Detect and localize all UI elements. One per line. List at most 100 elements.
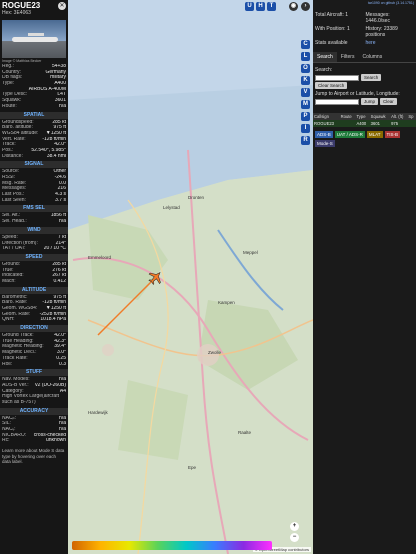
tab-columns[interactable]: Columns (358, 52, 386, 62)
jump-button[interactable]: Jump (361, 98, 379, 105)
map-place-label: Meppel (243, 250, 258, 255)
registration-rows: Reg.: 54+38 Country: Germany DB flags: milita… (0, 64, 68, 110)
info-row: Route: n/a (0, 104, 68, 110)
info-key: Sel. Head.: (2, 219, 27, 225)
source-chip: Mode-S (315, 140, 335, 147)
info-row: such as B-757) (0, 400, 68, 406)
aircraft-table: Callsign Route Type Squawk Alt. (ft) Sp ROGUE… (313, 113, 416, 127)
section-title[interactable]: SPATIAL (0, 111, 68, 119)
map-canvas (68, 0, 313, 554)
zoom-out-button[interactable]: − (290, 533, 299, 542)
map-button-l[interactable]: L (301, 52, 310, 61)
map-button-t[interactable]: T (267, 2, 276, 11)
info-value: 0.3 (59, 361, 66, 367)
stat-item[interactable]: here (366, 40, 415, 46)
map-button-h[interactable]: H (256, 2, 265, 11)
jump-input[interactable] (315, 98, 359, 105)
jump-label: Jump to Airport or Latitude, Longitude: (315, 91, 400, 97)
clear-jump-button[interactable]: Clear (380, 98, 397, 105)
table-cell: 3601 (369, 120, 391, 127)
info-value: unknown (45, 438, 66, 444)
source-legend: ADS-B UAT / ADS-R MLAT TIS-B Mode-S (313, 127, 416, 147)
map-button-c[interactable]: C (301, 40, 310, 49)
search-label: Search: (315, 67, 333, 73)
table-cell: 975 (390, 120, 408, 127)
source-chip: MLAT (366, 131, 383, 138)
table-cell: A400 (355, 120, 370, 127)
info-key: Route: (2, 103, 17, 109)
callsign: ROGUE23 (2, 1, 41, 10)
map-button-p[interactable]: P (301, 112, 310, 121)
map-place-label: Raalte (238, 430, 252, 435)
toggle-sidebar-icon[interactable]: › (301, 2, 310, 11)
map-view[interactable]: Emmeloord Lelystad Dronten Zwolle Kampen Mepp… (68, 0, 313, 554)
hex-code: Hex: 3E4063 (2, 10, 31, 16)
section-title[interactable]: ACCURACY (0, 407, 68, 415)
column-header[interactable]: Callsign (313, 113, 340, 120)
zoom-in-button[interactable]: + (290, 522, 299, 531)
info-key: Type: (2, 81, 15, 87)
info-row: Distance: 38.4 nmi (0, 154, 68, 160)
info-value: 3.7 s (55, 197, 66, 203)
section-title[interactable]: STUFF (0, 369, 68, 377)
section-title[interactable]: SPEED (0, 253, 68, 261)
table-cell (339, 120, 356, 127)
section-title[interactable]: DIRECTION (0, 325, 68, 333)
water-ijsselmeer (68, 0, 313, 100)
info-key: Rc: (2, 438, 10, 444)
footer-note: Learn more about Mode S data type by hov… (2, 448, 65, 465)
info-row: Roll: 0.3 (0, 362, 68, 368)
info-key: TAT / OAT: (2, 246, 26, 252)
stat-item: Total Aircraft: 1 (315, 12, 349, 18)
map-button-k[interactable]: K (301, 76, 310, 85)
info-value: 0.412 (53, 278, 66, 284)
map-place-label: Epe (188, 465, 197, 470)
city-zwolle (197, 344, 219, 366)
info-value: 38.4 nmi (46, 153, 66, 159)
table-row[interactable]: ROGUE23 A400 3601 975 (313, 120, 416, 127)
map-button-i[interactable]: I (301, 124, 310, 133)
map-place-label: Lelystad (163, 205, 180, 210)
close-icon[interactable]: ✕ (58, 2, 66, 10)
aircraft-info-panel: ROGUE23 Hex: 3E4063 ✕ Image © Matthias B… (0, 0, 68, 554)
search-input[interactable] (315, 74, 359, 81)
tab-filters[interactable]: Filters (337, 52, 359, 62)
section-title[interactable]: WIND (0, 226, 68, 234)
column-header[interactable]: Sp (407, 113, 416, 120)
tab-search[interactable]: Search (313, 52, 337, 62)
column-header[interactable]: Route (339, 113, 356, 120)
source-chip: UAT / ADS-R (334, 131, 365, 138)
info-sections: SPATIAL Groundspeed: 285 kt Baro. altitude:… (0, 111, 68, 445)
column-header[interactable]: Squawk (369, 113, 391, 120)
info-header: ROGUE23 Hex: 3E4063 ✕ (0, 0, 68, 20)
stat-item: Messages: 1446.0/sec (365, 12, 390, 24)
settings-icon[interactable]: ◉ (289, 2, 298, 11)
table-header: Callsign Route Type Squawk Alt. (ft) Sp (313, 113, 416, 120)
map-button-r[interactable]: R (301, 136, 310, 145)
section-title[interactable]: SIGNAL (0, 161, 68, 169)
info-key: Mach: (2, 278, 16, 284)
column-header[interactable]: Type (355, 113, 370, 120)
map-button-o[interactable]: O (301, 64, 310, 73)
table-cell (407, 120, 416, 127)
map-place-label: Dronten (188, 195, 205, 200)
info-key: Distance: (2, 153, 23, 159)
info-key: QNH: (2, 317, 15, 323)
search-button[interactable]: Search (361, 74, 382, 81)
section-title[interactable]: ALTITUDE (0, 286, 68, 294)
map-button-m[interactable]: M (301, 100, 310, 109)
map-button-v[interactable]: V (301, 88, 310, 97)
info-key: Roll: (2, 361, 13, 367)
info-value: n/a (59, 103, 66, 109)
aircraft-photo[interactable] (2, 20, 66, 58)
clear-search-button[interactable]: Clear Search (315, 82, 348, 89)
section-title[interactable]: FMS SEL (0, 205, 68, 213)
city-other (102, 344, 114, 356)
column-header[interactable]: Alt. (ft) (390, 113, 408, 120)
info-row: Mach: 0.412 (0, 279, 68, 285)
info-value: 1018.4 hPa (40, 317, 66, 323)
info-key: such as B-757) (2, 399, 36, 405)
source-chip: ADS-B (315, 131, 333, 138)
map-button-u[interactable]: U (245, 2, 254, 11)
aircraft-list-panel: tar1090 on github (3.14.1751) Total Airc… (313, 0, 416, 554)
